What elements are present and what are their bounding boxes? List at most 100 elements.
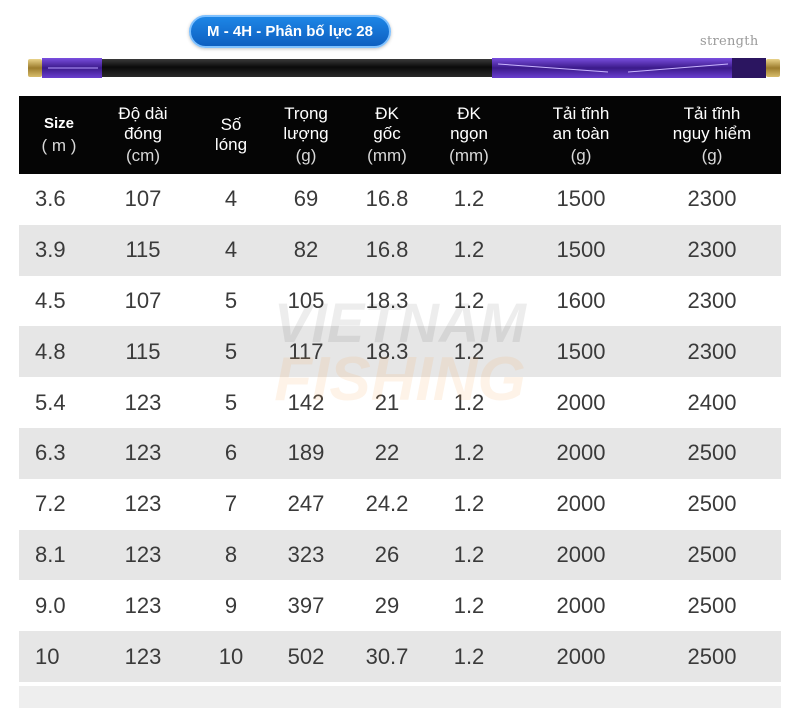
table-row: 6.3 123 6 189 22 1.2 2000 2500 — [19, 427, 781, 479]
table-body: 3.6 107 4 69 16.8 1.2 1500 2300 3.9 115 4 82 16.8 1.2… — [19, 174, 781, 682]
column-header-unit: (g) — [295, 146, 317, 165]
table-cell: 1600 — [556, 287, 606, 313]
table-cell: 4 — [224, 186, 238, 212]
table-cell: 123 — [124, 389, 162, 415]
table-cell: 2500 — [687, 592, 737, 618]
table-cell: 8 — [224, 541, 238, 567]
table-cell: 117 — [288, 338, 324, 364]
table-cell: 397 — [287, 592, 325, 618]
table-cell: 26 — [374, 541, 400, 567]
table-row: 4.8 115 5 117 18.3 1.2 1500 2300 — [19, 326, 781, 378]
column-header-line: lóng — [214, 135, 248, 154]
table-row: 10 123 10 502 30.7 1.2 2000 2500 — [19, 631, 781, 682]
table-header: Size ( m ) Độ dài đóng (cm) Số lóng Trọng lượng (… — [19, 96, 781, 174]
table-cell: 3.6 — [35, 186, 66, 212]
table-cell: 4 — [224, 237, 238, 263]
table-cell: 2000 — [556, 440, 606, 466]
table-cell: 21 — [374, 389, 400, 415]
column-header-0: Size ( m ) — [19, 96, 99, 174]
table-cell: 123 — [124, 491, 162, 517]
column-header-line: ngọn — [450, 124, 488, 143]
table-cell: 105 — [287, 287, 325, 313]
column-header-line: đóng — [124, 124, 162, 143]
table-cell: 5 — [224, 338, 238, 364]
column-header-line: Độ dài — [118, 104, 168, 123]
table-cell: 142 — [287, 389, 325, 415]
table-cell: 10 — [35, 643, 60, 669]
table-cell: 7.2 — [35, 491, 66, 517]
table-cell: 24.2 — [365, 491, 409, 517]
table-cell: 1500 — [556, 186, 606, 212]
table-cell: 69 — [293, 186, 319, 212]
table-cell: 2500 — [687, 440, 737, 466]
table-cell: 8.1 — [35, 541, 66, 567]
column-header-unit: ( m ) — [41, 136, 77, 155]
column-header-unit: (g) — [570, 146, 592, 165]
table-cell: 7 — [224, 491, 238, 517]
table-cell: 10 — [218, 643, 244, 669]
table-cell: 2000 — [556, 491, 606, 517]
table-cell: 18.3 — [365, 338, 409, 364]
table-cell: 1.2 — [453, 338, 485, 364]
table-cell: 5 — [224, 287, 238, 313]
table-cell: 115 — [125, 338, 161, 364]
table-cell: 2000 — [556, 541, 606, 567]
table-cell: 2300 — [687, 287, 737, 313]
table-cell: 115 — [125, 237, 161, 263]
column-header-2: Số lóng — [196, 96, 266, 174]
column-header-line: ĐK — [375, 104, 399, 123]
product-title-badge: M - 4H - Phân bố lực 28 — [189, 15, 391, 48]
column-header-line: Tải tĩnh — [683, 104, 741, 123]
table-cell: 82 — [293, 237, 319, 263]
table-cell: 6.3 — [35, 440, 66, 466]
table-cell: 1.2 — [453, 186, 485, 212]
table-cell: 123 — [124, 643, 162, 669]
table-cell: 9 — [224, 592, 238, 618]
column-header-unit: (mm) — [449, 146, 489, 165]
table-cell: 247 — [287, 491, 325, 517]
table-cell: 1500 — [556, 338, 606, 364]
table-cell: 29 — [374, 592, 400, 618]
column-header-unit: (cm) — [126, 146, 160, 165]
strength-label: strength — [700, 34, 759, 49]
top-banner: M - 4H - Phân bố lực 28 strength — [0, 0, 800, 96]
column-header-unit: (mm) — [367, 146, 407, 165]
table-cell: 1.2 — [453, 541, 485, 567]
column-header-line: Trọng — [284, 104, 328, 123]
table-cell: 1.2 — [453, 491, 485, 517]
table-cell: 2300 — [687, 338, 737, 364]
table-cell: 4.5 — [35, 287, 66, 313]
column-header-line: Tải tĩnh — [552, 104, 610, 123]
column-header-unit: (g) — [701, 146, 723, 165]
table-cell: 123 — [124, 541, 162, 567]
table-cell: 2500 — [687, 643, 737, 669]
table-row: 3.9 115 4 82 16.8 1.2 1500 2300 — [19, 224, 781, 276]
table-cell: 107 — [124, 287, 162, 313]
table-cell: 22 — [374, 440, 400, 466]
table-cell: 9.0 — [35, 592, 66, 618]
fishing-rod-image — [28, 58, 780, 78]
table-cell: 107 — [124, 186, 162, 212]
table-cell: 2000 — [556, 389, 606, 415]
table-cell: 1.2 — [453, 389, 485, 415]
column-header-4: ĐK gốc (mm) — [347, 96, 427, 174]
table-cell: 3.9 — [35, 237, 66, 263]
table-cell: 1.2 — [453, 237, 485, 263]
table-cell: 502 — [287, 643, 325, 669]
column-header-5: ĐK ngọn (mm) — [429, 96, 509, 174]
table-cell: 5.4 — [35, 389, 66, 415]
table-row: 9.0 123 9 397 29 1.2 2000 2500 — [19, 580, 781, 632]
column-header-1: Độ dài đóng (cm) — [98, 96, 188, 174]
column-header-line: an toàn — [552, 124, 610, 143]
table-cell: 123 — [124, 440, 162, 466]
table-cell: 2300 — [687, 237, 737, 263]
column-header-3: Trọng lượng (g) — [266, 96, 346, 174]
table-cell: 16.8 — [365, 186, 409, 212]
table-row: 8.1 123 8 323 26 1.2 2000 2500 — [19, 529, 781, 581]
table-cell: 323 — [287, 541, 325, 567]
table-row: 4.5 107 5 105 18.3 1.2 1600 2300 — [19, 275, 781, 327]
table-cell: 1.2 — [453, 287, 485, 313]
table-cell: 1.2 — [453, 592, 485, 618]
table-cell: 2000 — [556, 643, 606, 669]
table-cell: 1.2 — [453, 440, 485, 466]
